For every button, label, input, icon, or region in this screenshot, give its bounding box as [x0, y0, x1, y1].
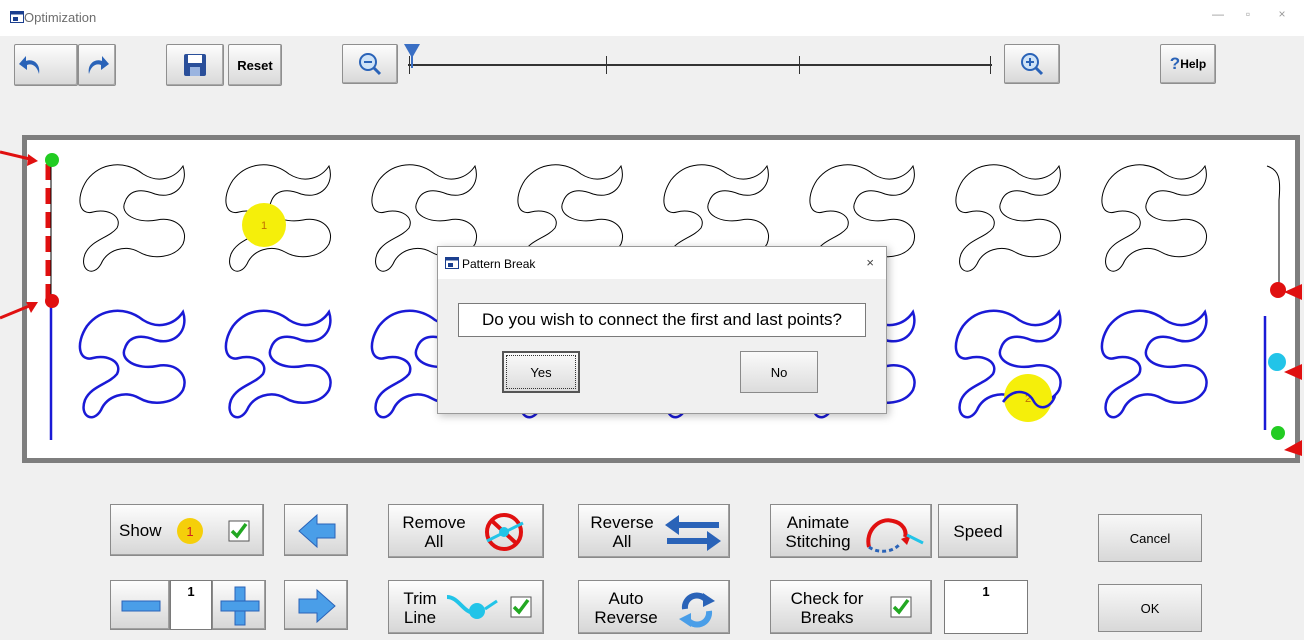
arrow-left-icon: [298, 513, 336, 549]
pattern-motif: [79, 164, 186, 272]
yes-button[interactable]: Yes: [502, 351, 580, 393]
remove-all-button[interactable]: Remove All: [388, 504, 544, 558]
start-point[interactable]: [1271, 426, 1285, 440]
reverse-all-line2: All: [612, 532, 632, 551]
dialog-message: Do you wish to connect the first and las…: [458, 303, 866, 337]
reverse-all-line1: Reverse: [590, 513, 654, 532]
annotation-arrow: [0, 302, 38, 320]
title-bar: Optimization — ▫ ×: [0, 0, 1304, 36]
ok-button[interactable]: OK: [1098, 584, 1202, 632]
check-for-breaks-button[interactable]: Check for Breaks: [770, 580, 932, 634]
previous-button[interactable]: [284, 504, 348, 556]
decrement-button[interactable]: [110, 580, 170, 630]
dialog-app-icon: [445, 257, 459, 269]
help-button[interactable]: ? Help: [1160, 44, 1216, 84]
zoom-tick: [799, 56, 800, 74]
checkbox-checked-icon[interactable]: [227, 519, 251, 543]
pattern-motif: [955, 164, 1062, 272]
auto-reverse-line1: Auto: [608, 589, 644, 608]
show-markers-button[interactable]: Show 1: [110, 504, 264, 556]
zoom-tick: [606, 56, 607, 74]
auto-reverse-button[interactable]: Auto Reverse: [578, 580, 730, 634]
dialog-title-bar: Pattern Break ×: [438, 247, 886, 279]
sequence-marker-1-label: 1: [261, 220, 267, 232]
pattern-motif: [1100, 309, 1208, 419]
show-label: Show: [119, 521, 162, 540]
maximize-button[interactable]: ▫: [1238, 7, 1258, 21]
remove-all-line1: Remove: [402, 513, 466, 532]
annotation-arrow: [1284, 364, 1302, 380]
reverse-all-button[interactable]: Reverse All: [578, 504, 730, 558]
trim-line1: Trim: [403, 589, 437, 608]
undo-button[interactable]: [14, 44, 48, 86]
speed-button[interactable]: Speed: [938, 504, 1018, 558]
start-point[interactable]: [45, 153, 59, 167]
close-button[interactable]: ×: [1272, 7, 1292, 21]
help-label: Help: [1180, 57, 1207, 71]
check-breaks-line2: Breaks: [800, 608, 854, 627]
marker-number-field[interactable]: 1: [170, 580, 212, 630]
checkbox-checked-icon[interactable]: [889, 595, 913, 619]
zoom-slider-thumb-stem: [411, 56, 413, 68]
pattern-motif: [78, 309, 186, 419]
pattern-motif: [1101, 164, 1208, 272]
trim-line-button[interactable]: Trim Line: [388, 580, 544, 634]
save-button[interactable]: [166, 44, 224, 86]
animate-line1: Animate: [786, 513, 850, 532]
speed-label: Speed: [953, 522, 1003, 541]
annotation-arrow: [0, 150, 38, 166]
annotation-arrow: [1284, 284, 1302, 300]
zoom-out-button[interactable]: [342, 44, 398, 84]
next-button[interactable]: [284, 580, 348, 630]
window-title: Optimization: [24, 10, 97, 25]
zoom-in-icon: [1021, 53, 1044, 76]
zoom-in-button[interactable]: [1004, 44, 1060, 84]
dialog-title: Pattern Break: [462, 257, 536, 271]
undo-icon: [19, 56, 40, 74]
remove-all-icon: [485, 513, 524, 551]
end-point[interactable]: [45, 294, 59, 308]
animate-stitching-button[interactable]: Animate Stitching: [770, 504, 932, 558]
floppy-disk-icon: [184, 54, 206, 76]
no-button[interactable]: No: [740, 351, 818, 393]
optimization-window: Optimization — ▫ × Reset ? Help 1 2 Patt…: [0, 0, 1304, 640]
show-badge: 1: [186, 524, 194, 539]
help-icon: ?: [1169, 54, 1181, 73]
dialog-close-button[interactable]: ×: [866, 255, 874, 270]
redo-icon: [88, 56, 109, 74]
checkbox-checked-icon[interactable]: [509, 595, 533, 619]
cancel-button[interactable]: Cancel: [1098, 514, 1202, 562]
animate-line2: Stitching: [785, 532, 851, 551]
zoom-tick: [409, 56, 410, 74]
trim-line2: Line: [403, 608, 437, 627]
speed-value-field[interactable]: 1: [944, 580, 1028, 634]
minimize-button[interactable]: —: [1208, 7, 1228, 21]
pattern-motif: [224, 309, 332, 419]
arrow-right-icon: [298, 588, 336, 624]
minus-icon: [121, 600, 161, 612]
redo-button[interactable]: [78, 44, 116, 86]
remove-all-line2: All: [424, 532, 444, 551]
auto-reverse-icon: [679, 592, 715, 628]
trim-line-icon: [446, 595, 498, 619]
zoom-slider-track[interactable]: [408, 64, 992, 66]
animate-stitching-icon: [866, 518, 924, 553]
reset-button[interactable]: Reset: [228, 44, 282, 86]
pattern-break-dialog: Pattern Break × Do you wish to connect t…: [437, 246, 887, 414]
annotation-arrow: [1284, 440, 1302, 456]
app-icon: [10, 11, 24, 23]
zoom-tick: [990, 56, 991, 74]
plus-icon: [220, 586, 260, 626]
reset-label: Reset: [237, 57, 273, 73]
reverse-arrows-icon: [665, 515, 721, 551]
auto-reverse-line2: Reverse: [594, 608, 658, 627]
check-breaks-line1: Check for: [790, 589, 864, 608]
zoom-out-icon: [359, 53, 382, 76]
increment-button[interactable]: [212, 580, 266, 630]
